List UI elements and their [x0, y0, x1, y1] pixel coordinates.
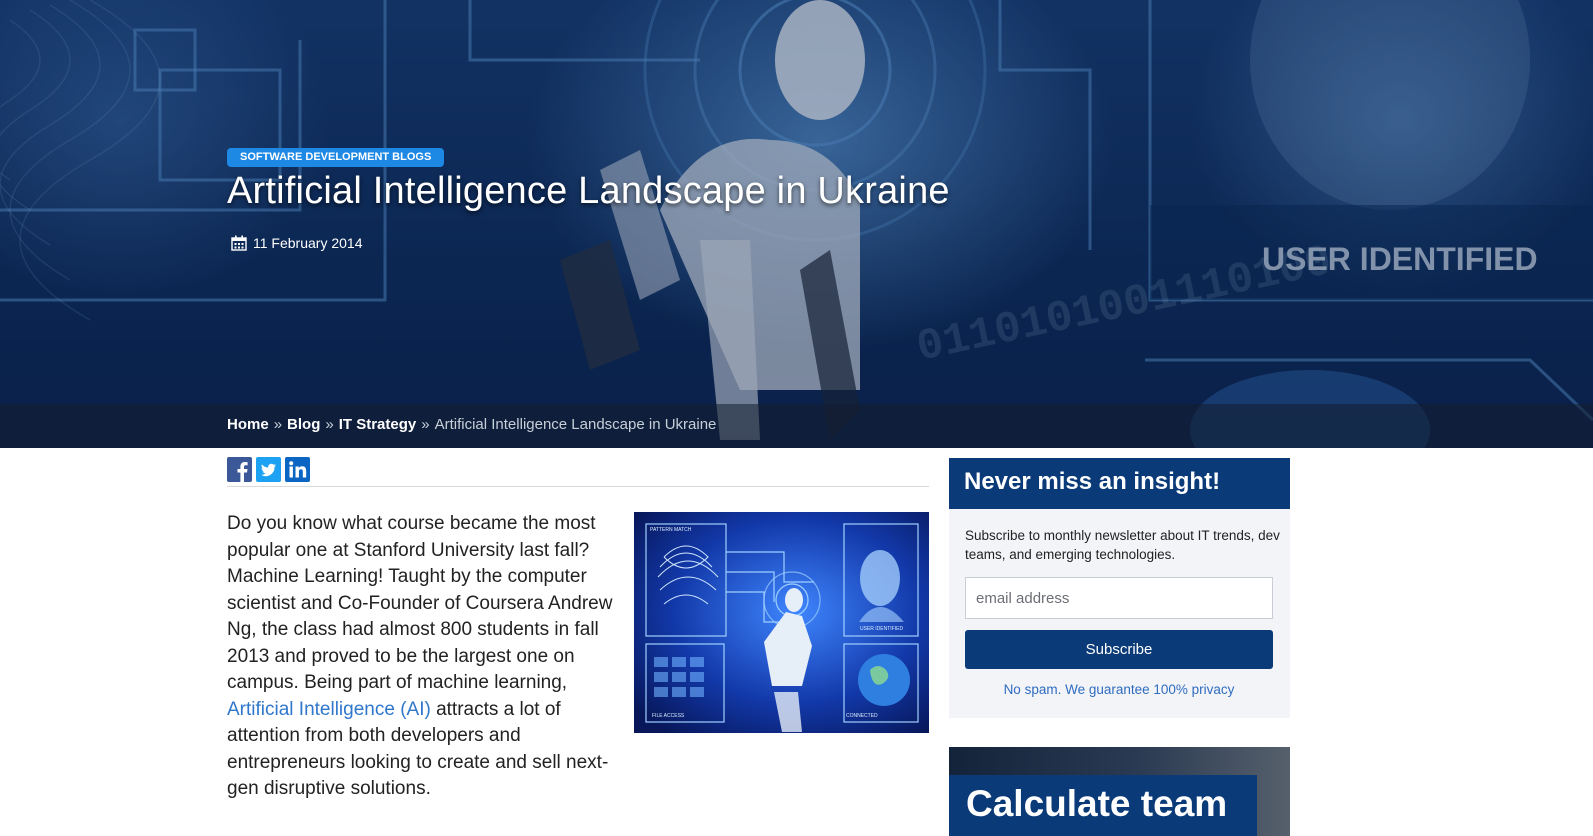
img-label-file-access: FILE ACCESS: [652, 713, 685, 719]
newsletter-description: Subscribe to monthly newsletter about IT…: [965, 528, 1280, 562]
hero-overlay: [0, 0, 1593, 448]
breadcrumb-separator: »: [325, 416, 334, 433]
post-date-text: 11 February 2014: [253, 235, 363, 251]
img-label-connected: CONNECTED: [846, 713, 878, 719]
breadcrumb-blog[interactable]: Blog: [287, 416, 320, 433]
breadcrumb-separator: »: [273, 416, 283, 433]
newsletter-title: Never miss an insight!: [964, 468, 1221, 495]
category-badge[interactable]: SOFTWARE DEVELOPMENT BLOGS: [227, 148, 445, 167]
share-bar: [227, 457, 310, 482]
article-text: Do you know what course became the most …: [227, 513, 613, 693]
page-title: Artificial Intelligence Landscape in Ukr…: [227, 170, 950, 212]
twitter-icon[interactable]: [256, 457, 281, 482]
breadcrumb: Home » Blog » IT Strategy » Artificial I…: [227, 416, 716, 433]
calendar-icon: [231, 235, 247, 251]
breadcrumb-it-strategy[interactable]: IT Strategy: [339, 416, 417, 433]
img-label-user-identified: USER IDENTIFIED: [860, 626, 903, 632]
hero-banner: USER IDENTIFIED 0110101001110100: [0, 0, 1593, 448]
robot-pattern-match-illustration: PATTERN MATCH USER IDENTIFIED FILE ACCES…: [634, 512, 929, 733]
linkedin-icon[interactable]: [285, 457, 310, 482]
subscribe-button[interactable]: Subscribe: [965, 630, 1273, 669]
calculator-title: Calculate team: [966, 783, 1228, 824]
email-field[interactable]: [965, 577, 1273, 619]
breadcrumb-home[interactable]: Home: [227, 416, 269, 433]
img-label-pattern-match: PATTERN MATCH: [650, 527, 692, 533]
breadcrumb-current: Artificial Intelligence Landscape in Ukr…: [434, 416, 717, 433]
article-image: PATTERN MATCH USER IDENTIFIED FILE ACCES…: [634, 512, 929, 733]
breadcrumb-separator: »: [421, 416, 430, 433]
share-divider: [227, 486, 929, 487]
ai-link[interactable]: Artificial Intelligence (AI): [227, 699, 431, 720]
privacy-note: No spam. We guarantee 100% privacy: [1003, 682, 1235, 697]
facebook-icon[interactable]: [227, 457, 252, 482]
post-date: 11 February 2014: [231, 234, 362, 252]
article-paragraph: Do you know what course became the most …: [227, 511, 627, 803]
